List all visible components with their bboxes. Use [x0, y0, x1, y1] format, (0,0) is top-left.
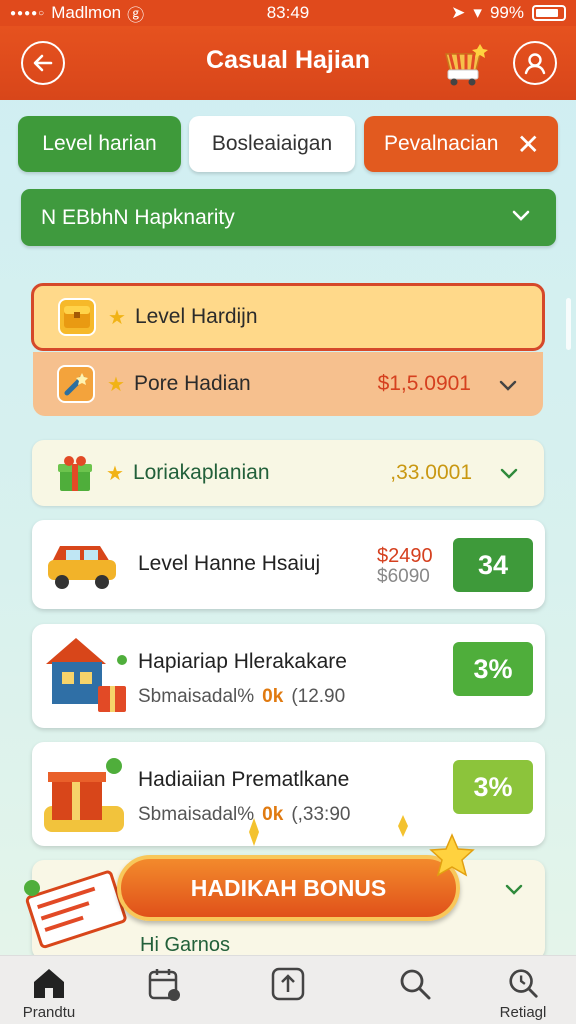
calendar-icon — [148, 969, 180, 1001]
filter-dropdown[interactable]: N EBbhN Hapknarity — [21, 189, 556, 246]
shop-cart-icon[interactable] — [440, 38, 488, 88]
star-icon: ★ — [108, 306, 126, 329]
chevron-down-icon[interactable] — [503, 878, 525, 900]
star-icon: ★ — [106, 462, 124, 485]
card-sub-text: Sbmaisadal% — [138, 804, 255, 825]
offer-card[interactable]: Level Hanne Hsaiuj $2490 $6090 34 — [32, 520, 545, 609]
star-icon — [429, 833, 475, 877]
app-header: Casual Hajian — [0, 26, 576, 100]
nav-home[interactable]: Prandtu — [14, 966, 84, 1021]
tab-pevalnacian[interactable]: Pevalnacian ✕ — [364, 116, 558, 172]
nav-last-label: Retiagl — [499, 1004, 547, 1021]
card-title: Hapiariap Hlerakakare — [138, 650, 347, 673]
user-icon — [524, 53, 546, 75]
status-time: 83:49 — [266, 3, 310, 22]
card-pill-button[interactable]: 3% — [453, 760, 533, 814]
row-amount: $1,5.0901 — [377, 372, 471, 395]
tab-level-harian[interactable]: Level harian — [18, 116, 181, 172]
nav-upload[interactable] — [253, 966, 323, 1002]
search-clock-icon — [509, 969, 538, 998]
bonus-label: HADIKAH BONUS — [190, 874, 387, 901]
row-amount: ,33.0001 — [390, 461, 472, 484]
nav-orders[interactable] — [129, 966, 199, 1002]
wand-icon — [57, 365, 95, 403]
card-sub-value: (12.90 — [291, 686, 346, 707]
card-pill-button[interactable]: 3% — [453, 642, 533, 696]
nav-search[interactable] — [380, 966, 450, 1002]
card-sub-value: (,33:90 — [291, 804, 351, 825]
home-icon — [34, 969, 64, 998]
card-ok: 0k — [262, 804, 284, 825]
chevron-down-icon — [512, 210, 530, 221]
tab-label: Level harian — [42, 132, 157, 155]
offer-card[interactable]: Hapiariap Hlerakakare Sbmaisadal% 0k (12.9… — [32, 624, 545, 728]
chevron-down-icon[interactable] — [498, 462, 520, 484]
taxi-icon — [48, 546, 116, 589]
upload-icon — [271, 967, 305, 1001]
list-item-level-hardijn[interactable]: ★ Level Hardijn — [31, 283, 545, 351]
row-label: Loriakaplanian — [132, 461, 270, 484]
tab-label: Bosleaiaigan — [211, 132, 333, 155]
sparkle-icon — [398, 815, 408, 837]
bonus-button[interactable]: HADIKAH BONUS — [117, 855, 460, 921]
card-price: $2490 — [377, 545, 433, 567]
profile-button[interactable] — [513, 41, 557, 85]
card-old-price: $6090 — [377, 566, 430, 587]
card-title: Hadiaiian Prematlkane — [138, 768, 350, 791]
filter-label: N EBbhN Hapknarity — [41, 205, 235, 229]
card-ok: 0k — [262, 686, 284, 707]
tab-label: Pevalnacian — [384, 132, 499, 155]
close-icon[interactable]: ✕ — [517, 128, 540, 161]
battery-icon — [532, 5, 566, 21]
list-item-loriakaplanian[interactable]: ★ Loriakaplanian ,33.0001 — [32, 440, 544, 506]
gift-icon — [56, 454, 94, 492]
row-label: Pore Hadian — [133, 372, 251, 395]
nav-explore[interactable]: Retiagl — [488, 966, 558, 1021]
nav-home-label: Prandtu — [22, 1004, 76, 1021]
house-icon — [46, 638, 127, 712]
search-icon — [400, 969, 431, 1000]
card-sub-text: Sbmaisadal% — [138, 686, 255, 707]
card-subtitle: Sbmaisadal% 0k (12.90 — [138, 686, 345, 708]
sparkle-icon — [249, 818, 259, 846]
tab-bar: Level harian Bosleaiaigan Pevalnacian ✕ — [18, 116, 558, 174]
chevron-down-icon[interactable] — [497, 374, 519, 396]
gift-box-icon — [44, 758, 124, 832]
page-title: Casual Hajian — [206, 46, 370, 74]
ticket-icon — [24, 870, 127, 949]
card-subtitle: Hi Garnos — [140, 934, 231, 956]
tab-bosleaiaigan[interactable]: Bosleaiaigan — [189, 116, 355, 172]
scrollbar[interactable] — [566, 298, 571, 350]
list-item-pore-hadian[interactable]: ★ Pore Hadian $1,5.0901 — [33, 352, 543, 416]
status-bar: ●●●●○ Madlmon ⓖ 83:49 ➤ ▾ 99% — [0, 0, 576, 26]
row-label: Level Hardijn — [134, 305, 258, 328]
offer-card[interactable]: Hadiaiian Prematlkane Sbmaisadal% 0k (,33:… — [32, 742, 545, 846]
star-icon: ★ — [107, 373, 125, 396]
card-title: Level Hanne Hsaiuj — [138, 552, 321, 575]
card-pill-button[interactable]: 34 — [453, 538, 533, 592]
bottom-nav: Prandtu Retiagl — [0, 955, 576, 1024]
treasure-icon — [58, 298, 96, 336]
